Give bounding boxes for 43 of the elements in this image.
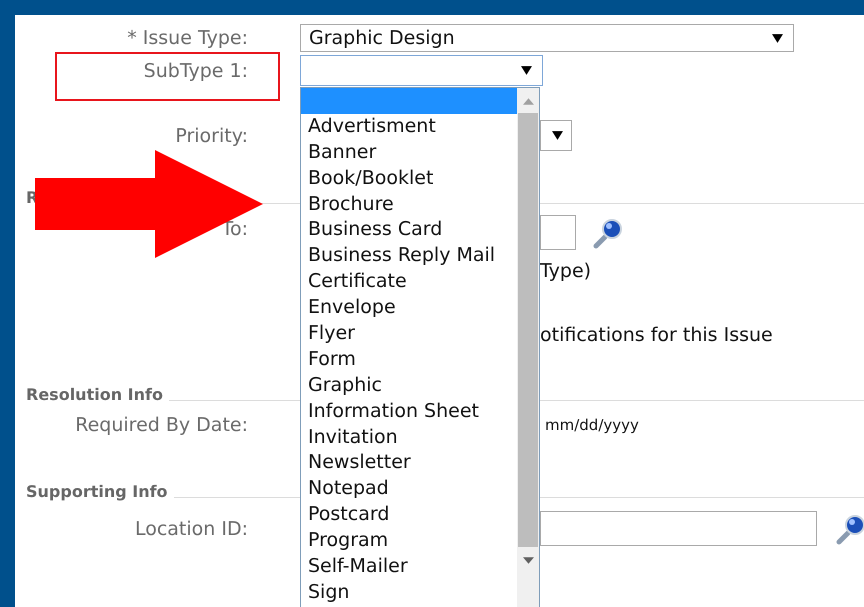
dropdown-option[interactable]: Business Card [301,217,517,244]
field-label: Location ID: [134,518,248,540]
section-title: Supporting Info [26,483,168,501]
location-field[interactable] [540,511,817,546]
dropdown-option[interactable]: Certificate [301,269,517,296]
dropdown-option[interactable]: Brochure [301,192,517,218]
field-label: * Issue Type: [126,27,248,49]
dropdown-option[interactable]: Form [301,346,517,373]
dropdown-option[interactable]: Book/Booklet [301,166,517,192]
dropdown-option[interactable]: Graphic [301,372,517,399]
dropdown-option[interactable]: Business Reply Mail [301,243,517,270]
field-label: SubType 1: [142,60,248,82]
dropdown-option[interactable]: Program [301,528,517,554]
dropdown-option[interactable]: Banner [301,140,517,166]
field-label: Required By Date: [74,414,248,436]
assignee-field[interactable] [540,215,576,250]
dropdown-option[interactable]: Notepad [301,476,517,502]
dropdown-option[interactable]: Envelope [301,295,517,322]
caret-icon [772,34,783,42]
section-title: Resolution Info [26,386,163,404]
dropdown-option[interactable]: Newsletter [301,450,517,476]
dropdown-option[interactable]: Advertisment [301,114,517,140]
date-format-hint: mm/dd/yyyy [545,416,639,434]
scrollbar[interactable] [517,88,539,607]
search-icon[interactable] [592,216,624,248]
scroll-down-icon[interactable] [522,557,534,564]
caret-icon [552,131,563,140]
scroll-thumb[interactable] [518,113,538,547]
dropdown-option[interactable]: Sign [301,580,517,606]
type-note: Type) [540,260,592,282]
scroll-up-icon[interactable] [522,98,534,105]
subtype-select[interactable] [300,55,543,86]
dropdown-option[interactable]: Information Sheet [301,398,517,425]
dropdown-option[interactable]: Invitation [301,424,517,450]
field-label: Priority: [174,124,248,146]
issue-type-select[interactable]: Graphic Design [300,24,794,52]
dropdown-option[interactable]: Flyer [301,321,517,347]
notifications-text: otifications for this Issue [540,324,773,346]
dropdown-option[interactable]: Postcard [301,502,517,528]
caret-icon [521,66,532,75]
dropdown-option[interactable]: Self-Mailer [301,554,517,580]
search-icon[interactable] [835,512,864,544]
priority-select[interactable] [540,120,572,151]
